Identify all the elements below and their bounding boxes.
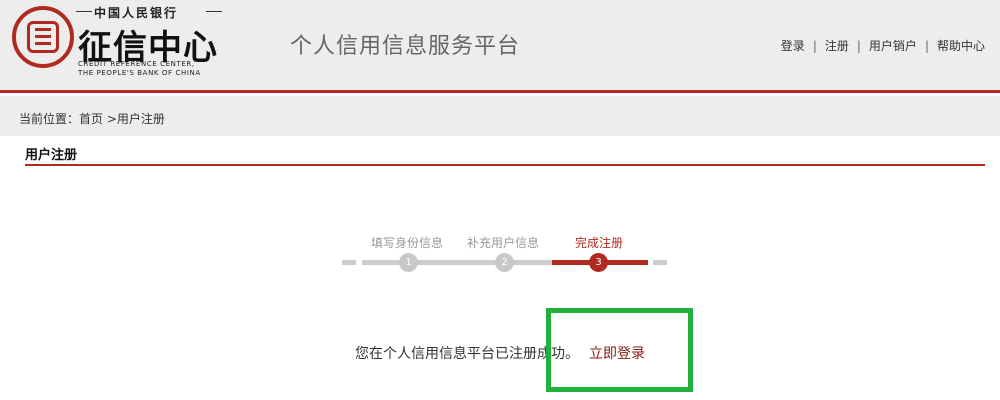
main-content: 用户注册 填写身份信息 补充用户信息 完成注册 1 2 3 您在个人信用信息平台… — [12, 136, 1000, 400]
platform-title: 个人信用信息服务平台 — [290, 34, 521, 59]
nav-separator: | — [924, 39, 929, 53]
nav-separator: | — [856, 39, 861, 53]
top-nav: 登录 | 注册 | 用户销户 | 帮助中心 — [781, 37, 985, 54]
logo-english-line-1: CREDIT REFERENCE CENTER, — [78, 60, 195, 68]
registration-progress-steps: 填写身份信息 补充用户信息 完成注册 1 2 3 — [342, 234, 682, 274]
breadcrumb-prefix: 当前位置： — [19, 112, 80, 126]
breadcrumb-home-link[interactable]: 首页 — [79, 112, 103, 126]
section-divider — [25, 164, 985, 166]
nav-login-link[interactable]: 登录 — [781, 39, 805, 53]
step-1-number: 1 — [399, 253, 418, 272]
progress-track-start — [342, 260, 356, 265]
nav-separator: | — [812, 39, 817, 53]
section-title: 用户注册 — [25, 148, 78, 163]
breadcrumb-current: 用户注册 — [116, 112, 165, 126]
logo-top-text: 中国人民银行 — [76, 4, 226, 20]
nav-close-account-link[interactable]: 用户销户 — [869, 39, 917, 53]
nav-help-center-link[interactable]: 帮助中心 — [937, 39, 985, 53]
highlight-annotation-box — [546, 308, 693, 392]
step-2-label: 补充用户信息 — [466, 236, 539, 250]
logo-english-line-2: THE PEOPLE'S BANK OF CHINA — [78, 69, 201, 77]
step-2-number: 2 — [495, 253, 514, 272]
breadcrumb-bar: 当前位置：首页 >用户注册 — [0, 96, 1000, 136]
progress-track-done — [362, 260, 552, 265]
nav-register-link[interactable]: 注册 — [825, 39, 849, 53]
progress-track-end — [653, 260, 667, 265]
site-header: 中国人民银行 征信中心 CREDIT REFERENCE CENTER, THE… — [0, 0, 1000, 93]
breadcrumb: 当前位置：首页 >用户注册 — [19, 110, 165, 127]
breadcrumb-separator: > — [106, 112, 117, 126]
step-1-label: 填写身份信息 — [370, 236, 443, 250]
credit-center-seal-logo — [12, 6, 74, 68]
step-3-label: 完成注册 — [574, 236, 623, 250]
step-3-number: 3 — [589, 253, 608, 272]
